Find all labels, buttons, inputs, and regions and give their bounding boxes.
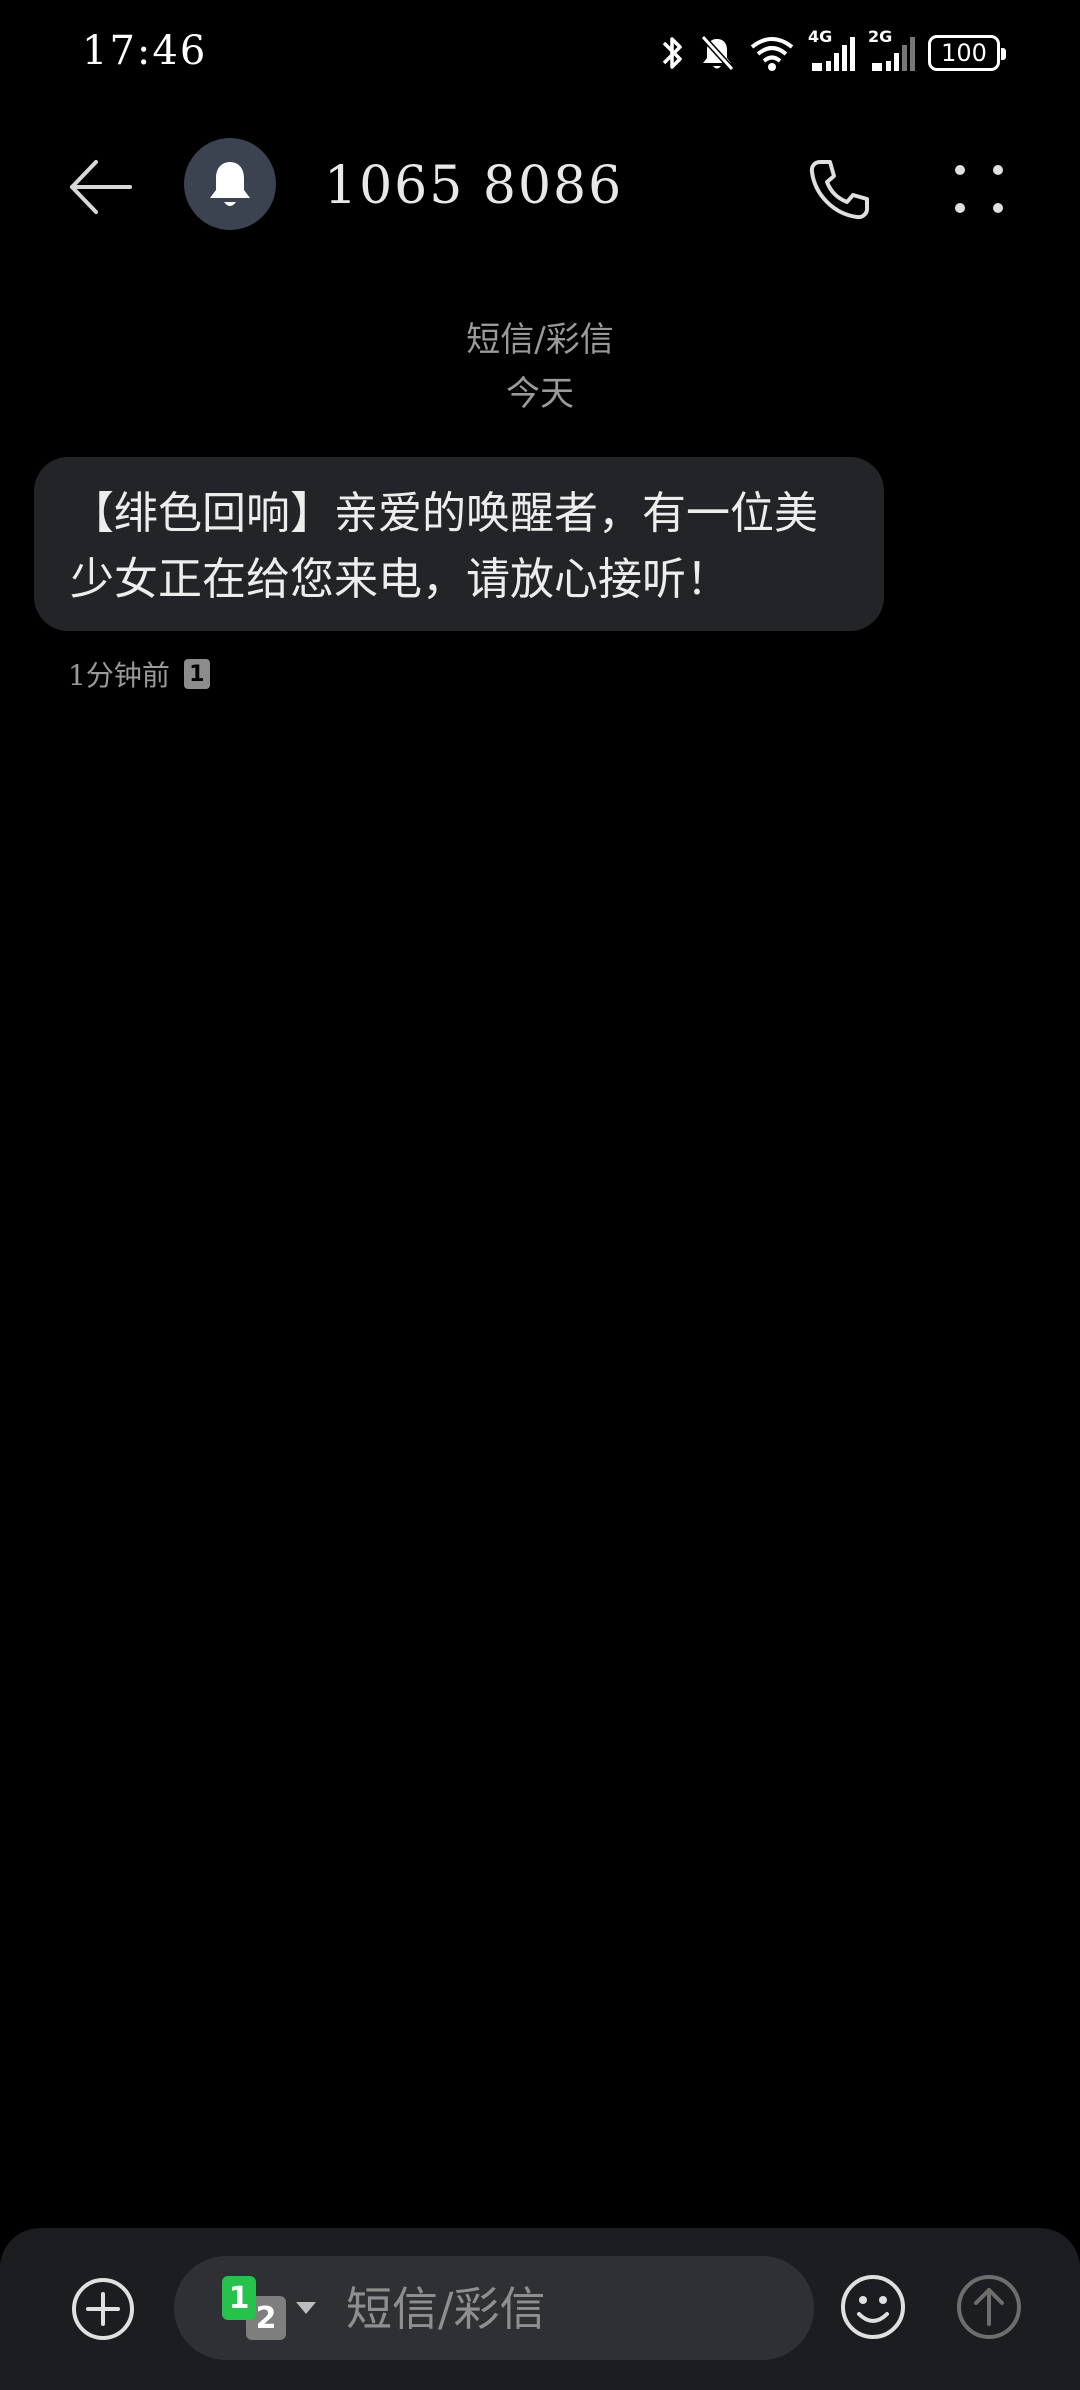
- message-time: 1分钟前: [68, 659, 170, 692]
- battery-indicator: 100: [928, 35, 1006, 71]
- arrow-left-icon[interactable]: [66, 152, 136, 222]
- network-2g-label: 2G: [868, 27, 893, 46]
- sim-1-icon: 1: [222, 2276, 256, 2320]
- phone-icon[interactable]: [804, 154, 874, 224]
- message-input[interactable]: [344, 2268, 788, 2350]
- compose-field[interactable]: 2 1: [174, 2256, 814, 2360]
- network-2g: 2G: [868, 27, 916, 73]
- chevron-down-icon: [296, 2302, 316, 2314]
- message-bubble[interactable]: 【绯色回响】亲爱的唤醒者，有一位美少女正在给您来电，请放心接听！: [34, 457, 884, 631]
- message-text: 【绯色回响】亲爱的唤醒者，有一位美少女正在给您来电，请放心接听！: [70, 488, 818, 605]
- plus-circle-icon[interactable]: [70, 2276, 136, 2342]
- network-4g-label: 4G: [808, 27, 833, 46]
- smiley-icon[interactable]: [838, 2272, 908, 2342]
- sim-switch-button[interactable]: 2 1: [222, 2276, 318, 2342]
- status-time: 17:46: [82, 28, 208, 74]
- more-dots-icon[interactable]: [944, 154, 1014, 224]
- bell-muted-icon: [700, 34, 735, 72]
- bell-icon: [210, 162, 250, 206]
- status-bar: 17:46 4G 2G 100: [0, 0, 1080, 110]
- network-4g: 4G: [808, 27, 856, 73]
- message-meta: 1分钟前 1: [68, 654, 210, 694]
- avatar[interactable]: [184, 138, 276, 230]
- conversation-header: 1065 8086: [0, 130, 1080, 240]
- status-icons: 4G 2G 100: [658, 27, 1006, 78]
- send-arrow-icon[interactable]: [954, 2272, 1024, 2342]
- sim-card-icon: 1: [183, 659, 210, 689]
- compose-bar: 2 1: [0, 2228, 1080, 2390]
- bluetooth-icon: [662, 37, 682, 69]
- wifi-icon: [750, 37, 794, 71]
- channel-label: 短信/彩信: [466, 320, 614, 360]
- contact-title: 1065 8086: [324, 156, 624, 216]
- date-separator: 今天: [506, 374, 574, 414]
